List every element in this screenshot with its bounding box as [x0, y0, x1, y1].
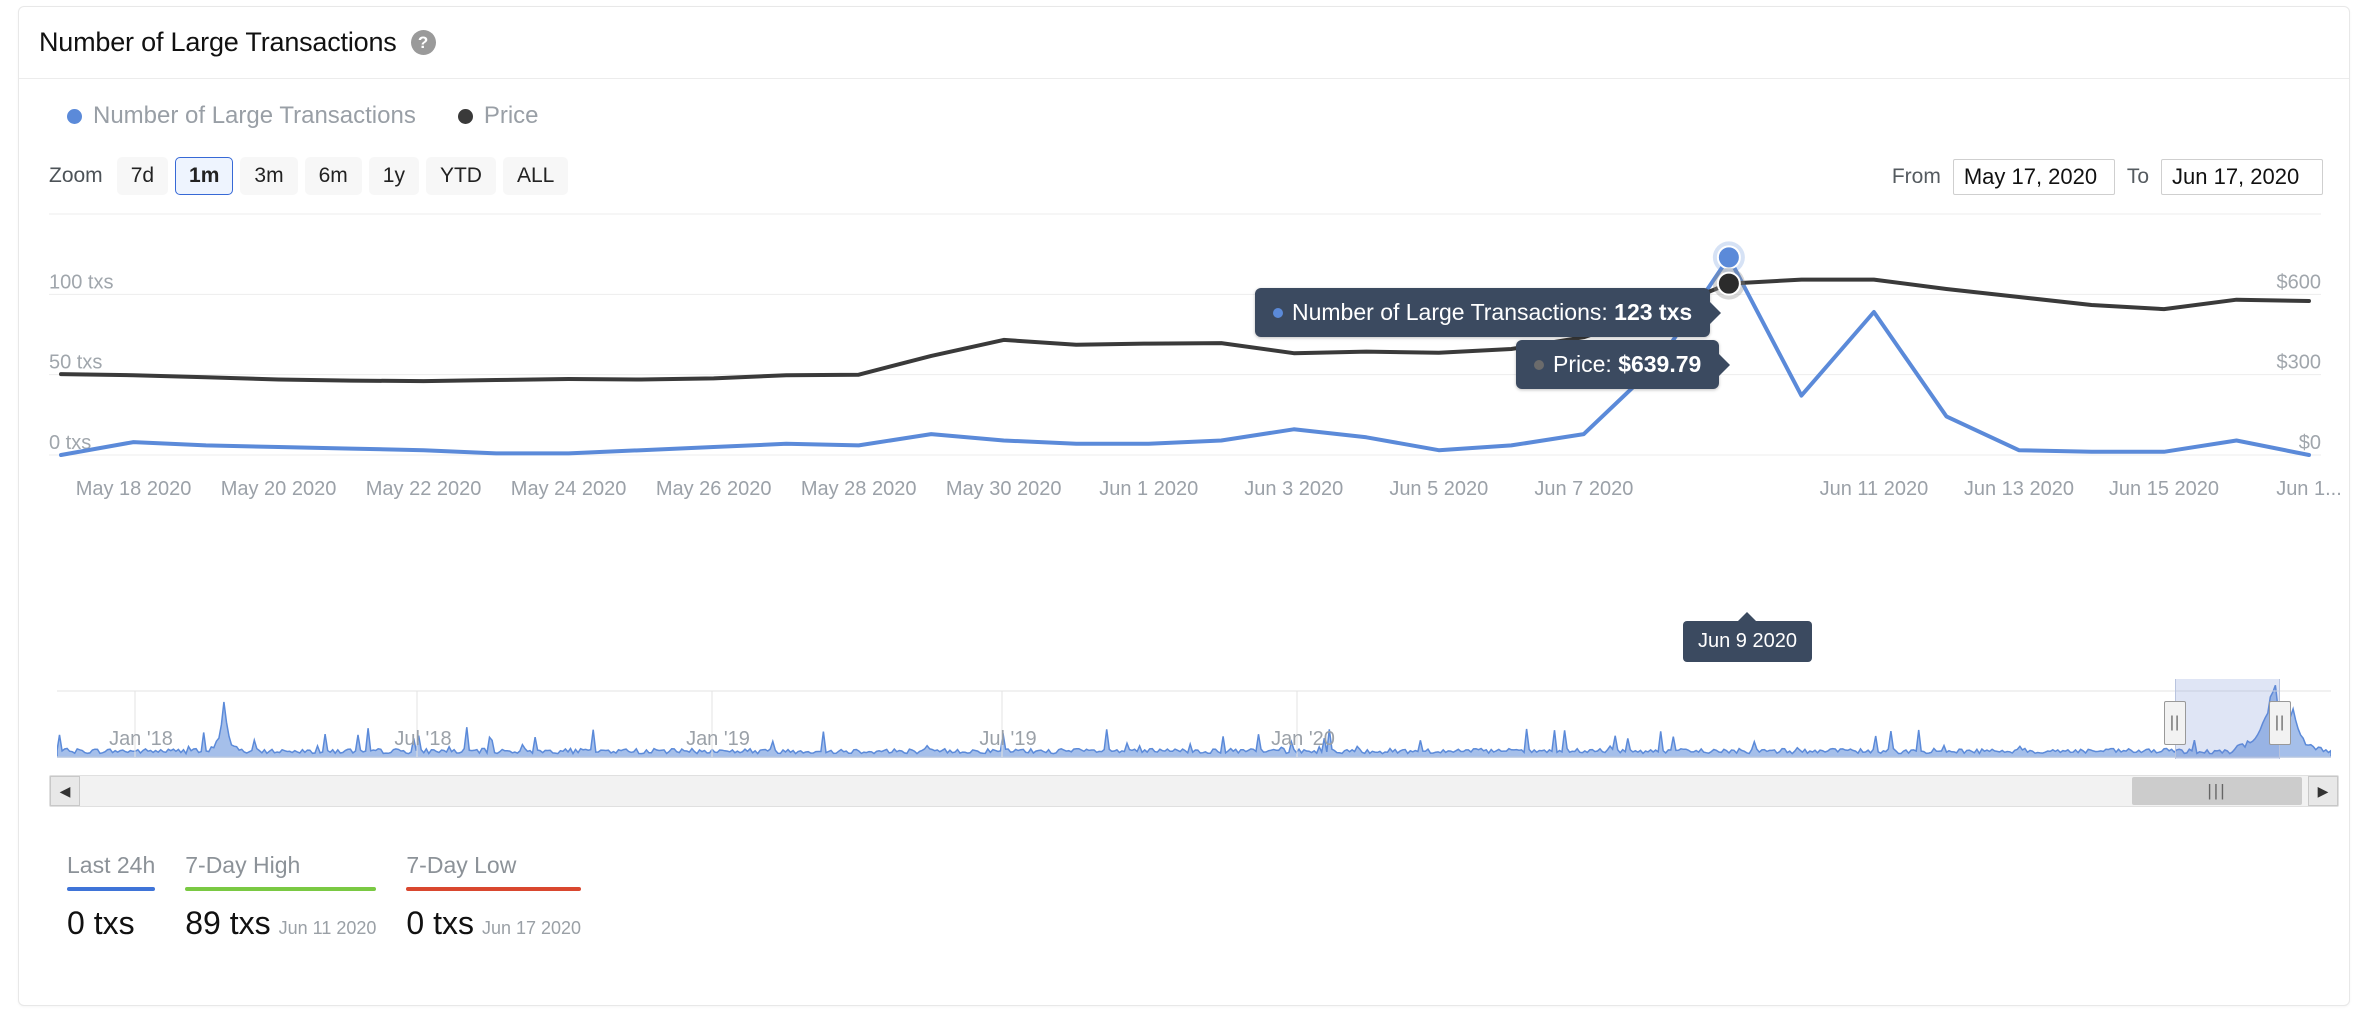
tooltip-price-value: $639.79	[1618, 351, 1702, 377]
chart-card: Number of Large Transactions ? Number of…	[18, 6, 2350, 1006]
stat-7-day-high-row: 89 txs Jun 11 2020	[185, 905, 376, 942]
svg-text:Jun 1...: Jun 1...	[2276, 478, 2342, 500]
to-date-input[interactable]	[2161, 159, 2323, 195]
page-title: Number of Large Transactions	[39, 27, 397, 57]
svg-text:May 18 2020: May 18 2020	[76, 478, 192, 500]
chart-legend: Number of Large Transactions Price	[67, 102, 539, 130]
legend-dot-transactions	[67, 108, 82, 124]
svg-text:Jul '19: Jul '19	[979, 728, 1036, 750]
svg-text:Jun 7 2020: Jun 7 2020	[1534, 478, 1633, 500]
x-axis-highlight-badge: Jun 9 2020	[1683, 612, 1812, 662]
stat-last-24h-value: 0 txs	[67, 905, 135, 941]
tooltip-arrow-price	[1719, 353, 1731, 376]
svg-text:May 20 2020: May 20 2020	[221, 478, 337, 500]
zoom-button-all[interactable]: ALL	[502, 157, 569, 196]
tooltip-dot-price	[1534, 360, 1544, 370]
tooltip-transactions-value: 123 txs	[1614, 299, 1693, 325]
svg-text:Jan '19: Jan '19	[686, 728, 750, 750]
navigator-handle-left[interactable]: ||	[2164, 701, 2186, 745]
main-chart-svg: 0 txs50 txs100 txs150 txs$0$300$600$900M…	[49, 212, 2342, 500]
zoom-button-3m[interactable]: 3m	[240, 157, 298, 196]
svg-text:100 txs: 100 txs	[49, 271, 113, 293]
from-date-input[interactable]	[1952, 159, 2115, 195]
tooltip-transactions: Number of Large Transactions: 123 txs	[1255, 288, 1722, 337]
scrollbar-left-arrow-icon[interactable]: ◀	[50, 776, 80, 806]
zoom-button-1m[interactable]: 1m	[175, 157, 234, 196]
stat-7-day-low-title: 7-Day Low	[406, 852, 517, 878]
navigator-svg: Jan '18 Jul '18 Jan '19 Jul '19 Jan '20	[57, 684, 2331, 758]
stat-7-day-low-row: 0 txs Jun 17 2020	[406, 905, 581, 942]
zoom-label: Zoom	[49, 164, 103, 188]
scrollbar-thumb[interactable]: |||	[2132, 777, 2302, 805]
legend-label-transactions: Number of Large Transactions	[93, 102, 416, 129]
to-label: To	[2126, 165, 2149, 188]
zoom-button-6m[interactable]: 6m	[304, 157, 362, 196]
svg-text:May 28 2020: May 28 2020	[801, 478, 917, 500]
zoom-button-1y[interactable]: 1y	[368, 157, 419, 196]
svg-text:Jun 11 2020: Jun 11 2020	[1820, 478, 1929, 500]
svg-text:$600: $600	[2277, 271, 2322, 293]
svg-text:Jun 1 2020: Jun 1 2020	[1099, 478, 1198, 500]
navigator-handle-right[interactable]: ||	[2269, 701, 2291, 745]
zoom-range-selector: Zoom 7d 1m 3m 6m 1y YTD ALL	[49, 157, 575, 196]
stat-last-24h-rule	[67, 887, 156, 891]
stat-7-day-low-rule	[406, 887, 582, 891]
legend-label-price: Price	[483, 102, 539, 129]
svg-text:May 22 2020: May 22 2020	[366, 478, 482, 500]
summary-stats: Last 24h 0 txs 7-Day High 89 txs Jun 11 2…	[67, 852, 611, 942]
badge-nub	[1738, 612, 1757, 621]
svg-text:$0: $0	[2299, 432, 2321, 454]
svg-text:Jun 5 2020: Jun 5 2020	[1389, 478, 1488, 500]
stat-last-24h: Last 24h 0 txs	[67, 852, 156, 942]
stat-7-day-low-value: 0 txs	[406, 905, 474, 941]
stat-last-24h-row: 0 txs	[67, 905, 155, 942]
x-axis-highlight-label: Jun 9 2020	[1698, 630, 1797, 652]
svg-text:Jan '20: Jan '20	[1271, 728, 1335, 750]
svg-text:$900: $900	[2277, 212, 2322, 213]
svg-text:50 txs: 50 txs	[49, 352, 102, 374]
tooltip-transactions-prefix: Number of Large Transactions:	[1292, 299, 1608, 325]
stat-7-day-low-date: Jun 17 2020	[481, 918, 582, 938]
svg-text:$300: $300	[2277, 352, 2322, 374]
scrollbar-right-arrow-icon[interactable]: ▶	[2308, 776, 2338, 806]
stat-7-day-high-rule	[185, 887, 377, 891]
stat-7-day-low: 7-Day Low 0 txs Jun 17 2020	[406, 852, 582, 942]
navigator-scrollbar[interactable]: ◀ ||| ▶	[49, 775, 2339, 807]
date-range-controls: From To	[1880, 159, 2323, 195]
tooltip-arrow-transactions	[1710, 301, 1722, 324]
tooltip-price-prefix: Price:	[1553, 351, 1612, 377]
main-plot[interactable]: 0 txs50 txs100 txs150 txs$0$300$600$900M…	[19, 212, 2349, 662]
stat-last-24h-title: Last 24h	[67, 852, 156, 878]
zoom-button-ytd[interactable]: YTD	[425, 157, 496, 196]
from-label: From	[1891, 165, 1941, 188]
navigator-selection[interactable]	[2175, 679, 2280, 759]
svg-text:May 30 2020: May 30 2020	[946, 478, 1062, 500]
svg-text:Jul '18: Jul '18	[394, 728, 451, 750]
stat-7-day-high: 7-Day High 89 txs Jun 11 2020	[185, 852, 377, 942]
stat-7-day-high-title: 7-Day High	[185, 852, 301, 878]
svg-text:Jan '18: Jan '18	[109, 728, 173, 750]
svg-text:Jun 13 2020: Jun 13 2020	[1964, 478, 2074, 500]
stat-7-day-high-value: 89 txs	[185, 905, 271, 941]
legend-item-transactions[interactable]: Number of Large Transactions	[67, 102, 416, 130]
svg-text:May 24 2020: May 24 2020	[511, 478, 627, 500]
zoom-button-7d[interactable]: 7d	[116, 157, 169, 196]
tooltip-price: Price: $639.79	[1516, 340, 1731, 389]
legend-item-price[interactable]: Price	[457, 102, 539, 130]
svg-text:150 txs: 150 txs	[49, 212, 113, 213]
chart-navigator[interactable]: Jan '18 Jul '18 Jan '19 Jul '19 Jan '20 || |…	[57, 679, 2331, 779]
svg-text:Jun 3 2020: Jun 3 2020	[1244, 478, 1343, 500]
stat-7-day-high-date: Jun 11 2020	[278, 918, 377, 938]
svg-text:May 26 2020: May 26 2020	[656, 478, 772, 500]
tooltip-dot-transactions	[1273, 308, 1283, 318]
card-header: Number of Large Transactions ?	[19, 7, 2349, 79]
help-icon[interactable]: ?	[410, 30, 436, 55]
svg-text:Jun 15 2020: Jun 15 2020	[2109, 478, 2219, 500]
legend-dot-price	[457, 108, 473, 124]
